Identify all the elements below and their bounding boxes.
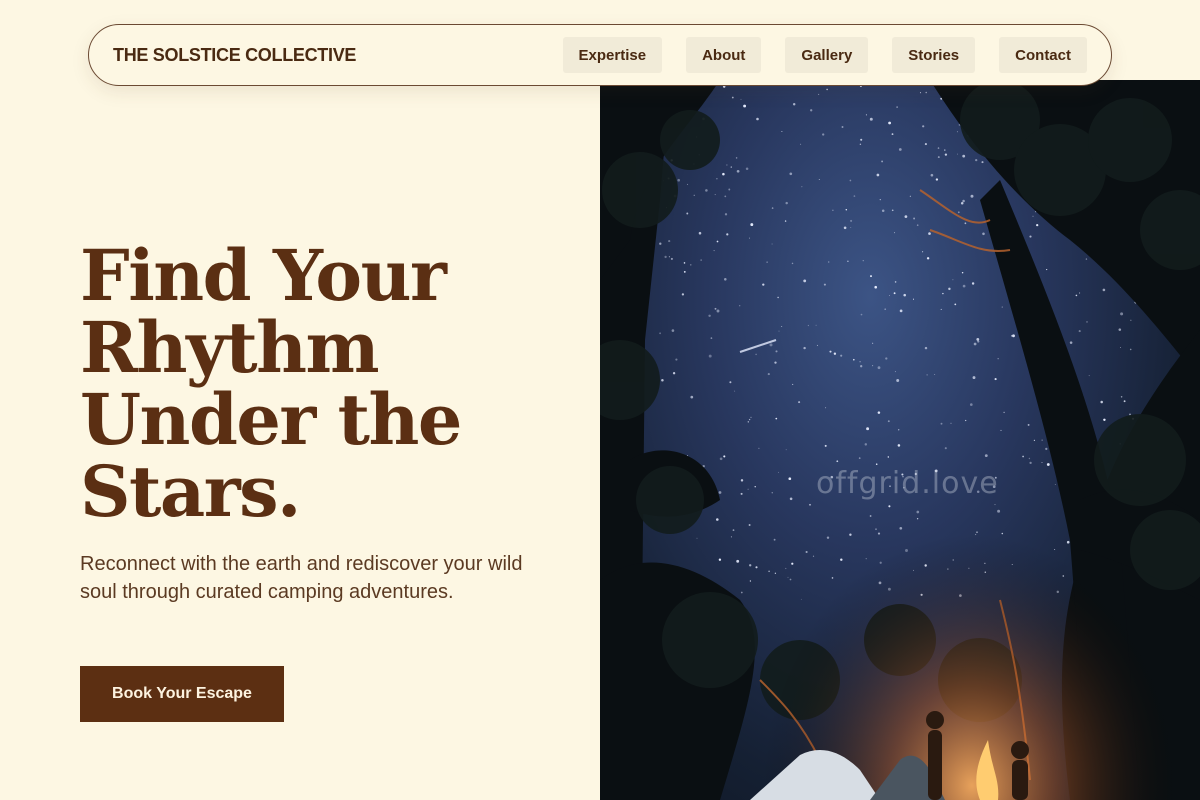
hero-subtext: Reconnect with the earth and rediscover …	[80, 553, 523, 603]
nav-links: Expertise About Gallery Stories Contact	[562, 37, 1087, 73]
nav-link-contact[interactable]: Contact	[999, 37, 1087, 73]
nav-link-about[interactable]: About	[686, 37, 762, 73]
hero-text: Find Your Rhythm Under the Stars. Reconn…	[80, 240, 560, 606]
headline-line-4: Stars.	[80, 450, 301, 533]
nav-link-expertise[interactable]: Expertise	[562, 37, 663, 73]
page: THE SOLSTICE COLLECTIVE Expertise About …	[0, 0, 1200, 800]
brand-logo[interactable]: THE SOLSTICE COLLECTIVE	[113, 45, 356, 66]
hero-image-night-camp: offgrid.love	[600, 80, 1200, 800]
nav-link-gallery[interactable]: Gallery	[785, 37, 869, 73]
nav-link-stories[interactable]: Stories	[892, 37, 976, 73]
image-watermark: offgrid.love	[816, 466, 999, 501]
headline-line-2: Rhythm	[80, 306, 380, 389]
book-escape-button[interactable]: Book Your Escape	[80, 666, 284, 722]
headline-line-1: Find Your	[80, 234, 447, 317]
headline-line-3: Under the	[80, 378, 462, 461]
night-sky-illustration	[600, 80, 1200, 800]
hero-headline: Find Your Rhythm Under the Stars.	[80, 240, 560, 528]
navbar: THE SOLSTICE COLLECTIVE Expertise About …	[88, 24, 1112, 86]
